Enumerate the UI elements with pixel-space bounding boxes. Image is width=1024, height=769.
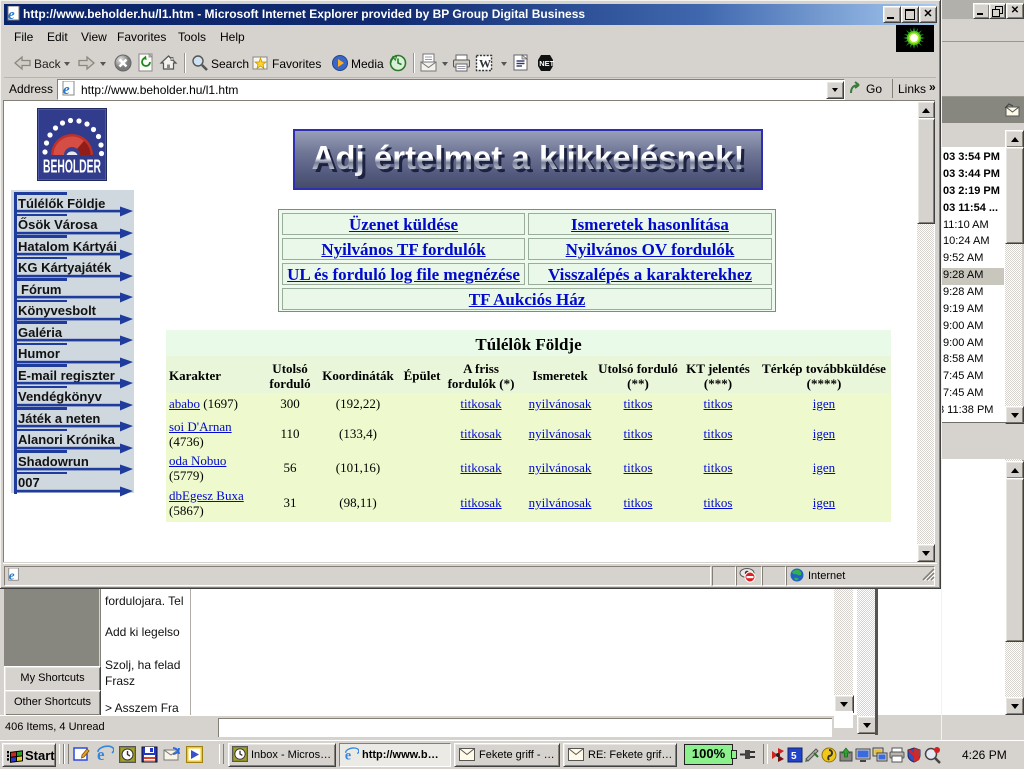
svg-text:e: e [9,568,15,582]
svg-text:e: e [63,82,70,97]
svg-text:5: 5 [791,751,797,762]
svg-text:NET: NET [539,59,554,68]
svg-text:BEHOLDER: BEHOLDER [43,156,101,177]
svg-text:W: W [479,57,491,71]
svg-text:e: e [8,7,15,22]
